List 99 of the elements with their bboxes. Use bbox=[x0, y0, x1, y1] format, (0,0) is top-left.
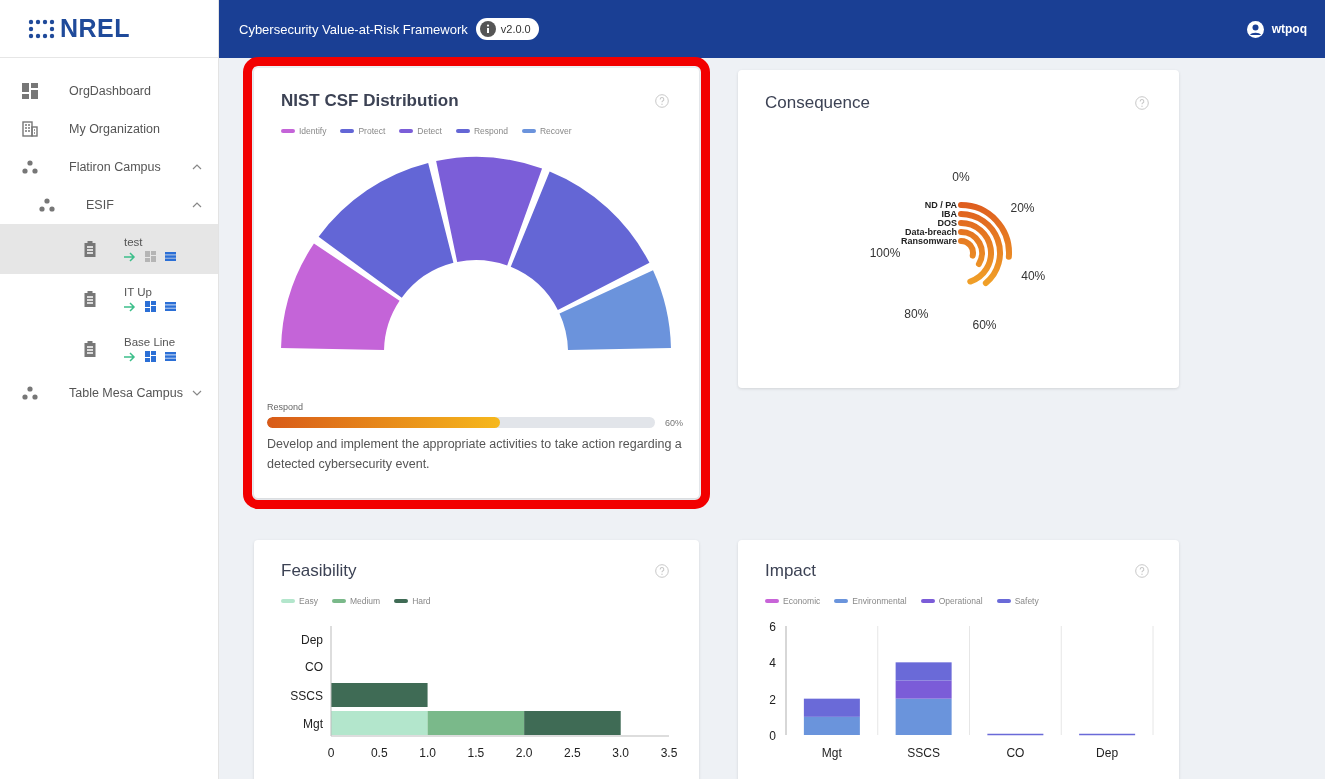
clipboard-icon bbox=[82, 241, 98, 257]
logo-text: NREL bbox=[60, 14, 131, 43]
axis-tick-label: 100% bbox=[869, 246, 901, 260]
category-label: Data-breach bbox=[904, 227, 957, 237]
axis-tick-label: 0% bbox=[952, 170, 970, 184]
axis-tick-label: 3.0 bbox=[612, 746, 630, 760]
group-icon bbox=[39, 198, 55, 212]
legend-label[interactable]: Easy bbox=[299, 596, 318, 606]
axis-category-label: Dep bbox=[1096, 746, 1119, 760]
axis-tick-label: 0.5 bbox=[370, 746, 388, 760]
bar bbox=[803, 698, 860, 717]
axis-category-label: SSCS bbox=[290, 689, 323, 703]
legend-label[interactable]: Respond bbox=[473, 126, 508, 136]
item-label: ESIF bbox=[86, 198, 115, 212]
card-title: Consequence bbox=[765, 93, 870, 113]
axis-tick-label: 2.0 bbox=[515, 746, 533, 760]
axis-tick-label: 2.5 bbox=[564, 746, 581, 760]
axis-tick-label: 3.5 bbox=[660, 746, 678, 760]
arrow-icon[interactable] bbox=[124, 351, 136, 362]
item-label: test bbox=[124, 236, 144, 248]
chevron-icon[interactable] bbox=[192, 164, 202, 170]
sidebar-item[interactable]: My Organization bbox=[0, 110, 218, 148]
sidebar-item[interactable]: ESIF bbox=[0, 186, 218, 224]
legend-label[interactable]: Recover bbox=[539, 126, 572, 136]
help-icon[interactable] bbox=[1135, 564, 1149, 578]
axis-tick-label: 0 bbox=[769, 729, 776, 743]
group-icon bbox=[22, 386, 38, 400]
category-label: DOS bbox=[937, 218, 957, 228]
axis-tick-label: 1.5 bbox=[467, 746, 485, 760]
dashboard-icon bbox=[22, 83, 38, 99]
axis-tick-label: 1.0 bbox=[419, 746, 436, 760]
category-label: IBA bbox=[941, 209, 957, 219]
legend-label[interactable]: Protect bbox=[358, 126, 386, 136]
legend-label[interactable]: Hard bbox=[412, 596, 431, 606]
app-title: Cybersecurity Value-at-Risk Framework bbox=[239, 21, 468, 37]
axis-tick-label: 40% bbox=[1021, 269, 1046, 284]
item-label: Flatiron Campus bbox=[69, 160, 162, 174]
dashboard-icon[interactable] bbox=[145, 301, 156, 312]
axis-tick-label: 6 bbox=[769, 620, 776, 634]
info-icon bbox=[479, 21, 496, 37]
user-menu[interactable]: wtpoq bbox=[1246, 20, 1307, 38]
arrow-icon[interactable] bbox=[124, 301, 136, 312]
clipboard-icon bbox=[82, 291, 98, 307]
axis-tick-label: 4 bbox=[769, 656, 776, 671]
axis-category-label: CO bbox=[1006, 746, 1025, 760]
arrow-icon[interactable] bbox=[124, 251, 136, 262]
item-label: My Organization bbox=[69, 122, 161, 136]
axis-category-label: Mgt bbox=[821, 746, 842, 760]
list-icon[interactable] bbox=[165, 352, 176, 361]
bar bbox=[895, 662, 952, 681]
legend-label[interactable]: Safety bbox=[1014, 596, 1039, 606]
axis-category-label: SSCS bbox=[907, 746, 940, 760]
sidebar-item[interactable]: IT Up bbox=[0, 274, 218, 324]
card-title: NIST CSF Distribution bbox=[281, 91, 459, 111]
legend-label[interactable]: Operational bbox=[938, 596, 983, 606]
description-text: Develop and implement the appropriate activities to take action regarding a detected cybersecurity event. bbox=[267, 436, 683, 473]
item-label: Table Mesa Campus bbox=[69, 386, 184, 400]
sidebar-item[interactable]: Table Mesa Campus bbox=[0, 374, 218, 412]
list-icon[interactable] bbox=[165, 302, 176, 311]
version-text: v2.0.0 bbox=[500, 23, 531, 35]
legend-label[interactable]: Medium bbox=[349, 596, 381, 606]
item-label: OrgDashboard bbox=[69, 84, 152, 98]
axis-tick-label: 60% bbox=[972, 318, 997, 333]
legend-label[interactable]: Economic bbox=[783, 596, 821, 606]
help-icon[interactable] bbox=[655, 94, 669, 108]
axis-tick-label: 0 bbox=[327, 746, 335, 760]
category-label: Ransomware bbox=[900, 236, 957, 246]
axis-category-label: CO bbox=[305, 660, 323, 674]
progress-label: Respond bbox=[267, 402, 304, 412]
chevron-icon[interactable] bbox=[192, 202, 202, 208]
category-label: ND / PA bbox=[924, 200, 957, 210]
card-title: Impact bbox=[765, 561, 817, 581]
item-label: Base Line bbox=[124, 336, 176, 348]
building-icon bbox=[22, 121, 38, 137]
legend-label[interactable]: Environmental bbox=[852, 596, 907, 606]
help-icon[interactable] bbox=[1135, 96, 1149, 110]
group-icon bbox=[22, 160, 38, 174]
progress-reading: 60% bbox=[665, 417, 683, 428]
axis-category-label: Dep bbox=[301, 633, 323, 647]
card-title: Feasibility bbox=[281, 561, 357, 581]
axis-tick-label: 80% bbox=[904, 307, 929, 322]
list-icon[interactable] bbox=[165, 252, 176, 261]
help-icon[interactable] bbox=[655, 564, 669, 578]
sidebar-item[interactable]: Base Line bbox=[0, 324, 218, 374]
sidebar-item[interactable]: OrgDashboard bbox=[0, 72, 218, 110]
sidebar-item[interactable]: test bbox=[0, 224, 218, 274]
legend-label[interactable]: Detect bbox=[417, 126, 442, 136]
chevron-icon[interactable] bbox=[192, 390, 202, 396]
user-icon bbox=[1246, 20, 1264, 38]
axis-category-label: Mgt bbox=[303, 717, 323, 731]
logo-icon bbox=[28, 18, 56, 39]
axis-tick-label: 20% bbox=[1010, 201, 1035, 216]
item-label: IT Up bbox=[124, 286, 153, 298]
clipboard-icon bbox=[82, 341, 98, 357]
sidebar-item[interactable]: Flatiron Campus bbox=[0, 148, 218, 186]
dashboard-icon[interactable] bbox=[145, 351, 156, 362]
legend-label[interactable]: Identify bbox=[299, 126, 327, 136]
version-badge[interactable]: v2.0.0 bbox=[475, 18, 539, 40]
axis-tick-label: 2 bbox=[769, 692, 776, 707]
